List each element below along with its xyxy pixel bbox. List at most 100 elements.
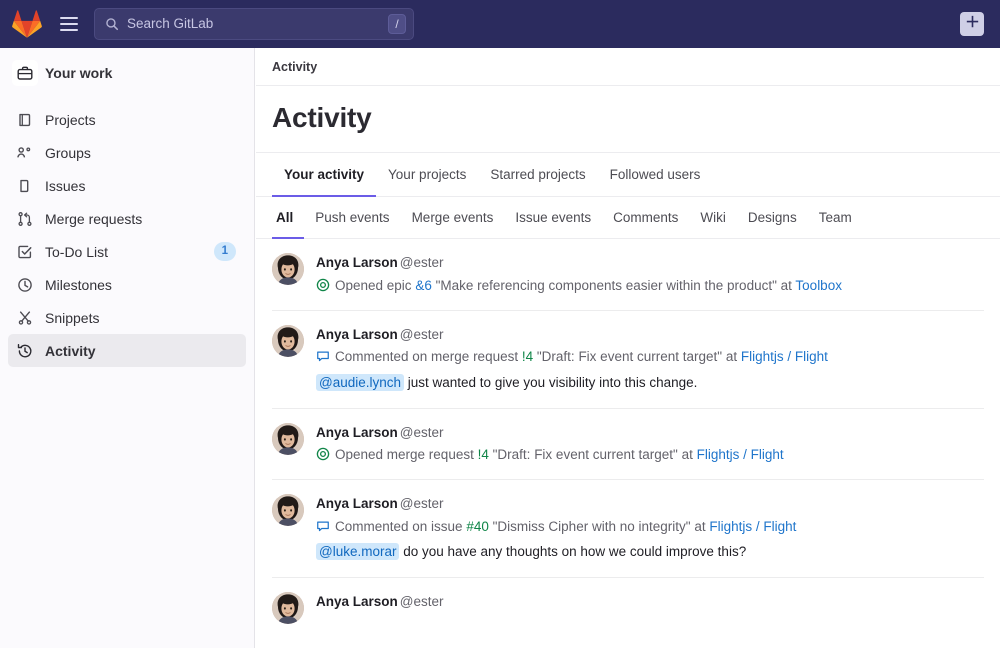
sidebar-item-label: Issues	[45, 178, 236, 194]
author-name[interactable]: Anya Larson	[316, 425, 398, 440]
merge-request-icon	[17, 211, 33, 227]
activity-action: Commented on merge request	[335, 349, 518, 364]
sidebar-item-activity[interactable]: Activity	[8, 334, 246, 367]
briefcase-icon	[12, 60, 38, 86]
sidebar-header-your-work[interactable]: Your work	[8, 56, 246, 89]
activity-description: Opened epic &6 "Make referencing compone…	[316, 275, 984, 297]
history-clock-icon	[17, 343, 33, 359]
activity-at-text: at	[726, 349, 737, 364]
tab-your-projects[interactable]: Your projects	[376, 153, 478, 197]
comment-icon	[316, 518, 330, 532]
activity-item: Anya Larson@ester Commented on merge req…	[272, 311, 984, 409]
snippet-scissors-icon	[17, 310, 33, 326]
activity-reference[interactable]: #40	[466, 519, 489, 534]
tab-starred-projects[interactable]: Starred projects	[478, 153, 597, 197]
hamburger-menu-icon[interactable]	[56, 11, 82, 37]
avatar[interactable]	[272, 325, 304, 357]
search-input[interactable]: Search GitLab /	[94, 8, 414, 40]
activity-item: Anya Larson@ester Commented on issue #40…	[272, 480, 984, 578]
author-name[interactable]: Anya Larson	[316, 594, 398, 609]
tab-your-activity[interactable]: Your activity	[272, 153, 376, 197]
breadcrumb-item: Activity	[272, 60, 317, 74]
author-name[interactable]: Anya Larson	[316, 255, 398, 270]
author-handle[interactable]: @ester	[400, 327, 444, 342]
activity-feed: Anya Larson@ester Opened epic &6 "Make r…	[256, 239, 1000, 637]
issue-open-icon	[316, 277, 330, 291]
activity-project-link[interactable]: Flightjs / Flight	[741, 349, 828, 364]
create-new-button[interactable]	[960, 12, 984, 36]
main-content: Activity Activity Your activity Your pro…	[256, 48, 1000, 648]
activity-reference[interactable]: &6	[415, 278, 432, 293]
gitlab-logo-icon[interactable]	[12, 9, 42, 39]
activity-at-text: at	[682, 447, 693, 462]
activity-target-title: "Draft: Fix event current target"	[493, 447, 678, 462]
author-handle[interactable]: @ester	[400, 594, 444, 609]
breadcrumb: Activity	[256, 48, 1000, 86]
sidebar-navigation: Your work Projects Groups Is	[0, 48, 255, 648]
author-name[interactable]: Anya Larson	[316, 496, 398, 511]
activity-project-link[interactable]: Flightjs / Flight	[697, 447, 784, 462]
activity-description: Opened merge request !4 "Draft: Fix even…	[316, 444, 984, 466]
sidebar-item-merge-requests[interactable]: Merge requests	[8, 202, 246, 235]
author-handle[interactable]: @ester	[400, 425, 444, 440]
sidebar-item-snippets[interactable]: Snippets	[8, 301, 246, 334]
search-icon	[105, 17, 119, 31]
issue-icon	[17, 178, 33, 194]
activity-body: Anya Larson@ester Commented on merge req…	[316, 325, 984, 395]
activity-note-text: do you have any thoughts on how we could…	[399, 544, 746, 559]
tab-wiki[interactable]: Wiki	[689, 197, 737, 239]
activity-at-text: at	[781, 278, 792, 293]
sidebar-item-issues[interactable]: Issues	[8, 169, 246, 202]
page-title: Activity	[272, 102, 984, 134]
tab-push-events[interactable]: Push events	[304, 197, 400, 239]
activity-project-link[interactable]: Flightjs / Flight	[709, 519, 796, 534]
sidebar-item-label: Projects	[45, 112, 236, 128]
sidebar-header-label: Your work	[45, 65, 236, 81]
tab-followed-users[interactable]: Followed users	[598, 153, 713, 197]
tab-merge-events[interactable]: Merge events	[401, 197, 505, 239]
activity-body: Anya Larson@ester Opened epic &6 "Make r…	[316, 253, 984, 297]
avatar[interactable]	[272, 253, 304, 285]
tab-team[interactable]: Team	[808, 197, 863, 239]
author-name[interactable]: Anya Larson	[316, 327, 398, 342]
activity-author: Anya Larson@ester	[316, 423, 984, 443]
activity-body: Anya Larson@ester	[316, 592, 984, 624]
tab-comments[interactable]: Comments	[602, 197, 689, 239]
sidebar-item-label: Merge requests	[45, 211, 236, 227]
sidebar-item-label: Snippets	[45, 310, 236, 326]
tab-designs[interactable]: Designs	[737, 197, 808, 239]
activity-reference[interactable]: !4	[478, 447, 489, 462]
author-handle[interactable]: @ester	[400, 255, 444, 270]
group-icon	[17, 145, 33, 161]
sidebar-spacer	[8, 95, 246, 103]
tab-all[interactable]: All	[272, 197, 304, 239]
activity-action: Opened merge request	[335, 447, 474, 462]
tab-issue-events[interactable]: Issue events	[504, 197, 602, 239]
sidebar-item-projects[interactable]: Projects	[8, 103, 246, 136]
sidebar-item-milestones[interactable]: Milestones	[8, 268, 246, 301]
sidebar-item-label: To-Do List	[45, 244, 214, 260]
activity-note: @audie.lynch just wanted to give you vis…	[316, 372, 984, 395]
author-handle[interactable]: @ester	[400, 496, 444, 511]
clock-icon	[17, 277, 33, 293]
activity-author: Anya Larson@ester	[316, 592, 984, 612]
search-shortcut-key: /	[388, 14, 406, 34]
avatar[interactable]	[272, 494, 304, 526]
sidebar-item-todo-list[interactable]: To-Do List 1	[8, 235, 246, 268]
plus-icon	[966, 15, 979, 33]
user-mention[interactable]: @luke.morar	[316, 543, 399, 560]
activity-reference[interactable]: !4	[522, 349, 533, 364]
activity-description: Commented on merge request !4 "Draft: Fi…	[316, 346, 984, 368]
project-icon	[17, 112, 33, 128]
sidebar-item-groups[interactable]: Groups	[8, 136, 246, 169]
issue-open-icon	[316, 446, 330, 460]
activity-description: Commented on issue #40 "Dismiss Cipher w…	[316, 516, 984, 538]
user-mention[interactable]: @audie.lynch	[316, 374, 404, 391]
avatar[interactable]	[272, 423, 304, 455]
activity-item: Anya Larson@ester Opened merge request !…	[272, 409, 984, 481]
activity-project-link[interactable]: Toolbox	[795, 278, 842, 293]
sidebar-item-label: Milestones	[45, 277, 236, 293]
activity-author: Anya Larson@ester	[316, 325, 984, 345]
avatar[interactable]	[272, 592, 304, 624]
activity-target-title: "Dismiss Cipher with no integrity"	[493, 519, 691, 534]
